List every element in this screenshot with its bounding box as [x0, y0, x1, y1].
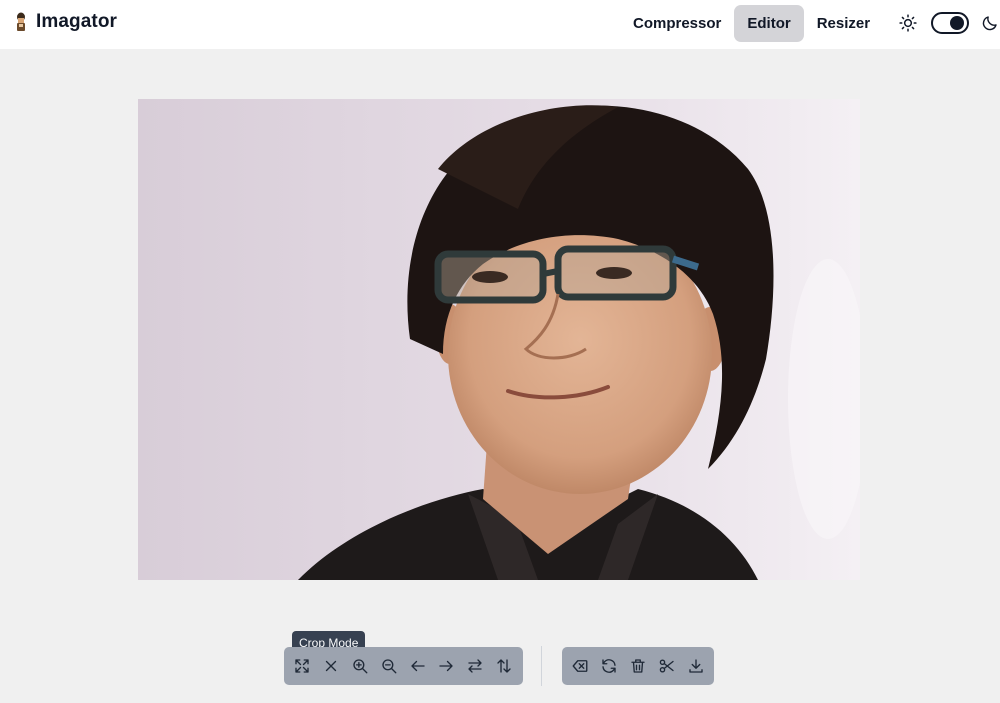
flip-horizontal-button[interactable]: [461, 651, 490, 681]
flip-vertical-icon: [497, 659, 511, 673]
nav-tab-compressor[interactable]: Compressor: [620, 5, 734, 42]
close-button[interactable]: [317, 651, 346, 681]
crop-mode-button[interactable]: [288, 651, 317, 681]
flip-vertical-button[interactable]: [490, 651, 519, 681]
top-navbar: Imagator Compressor Editor Resizer: [0, 0, 1000, 49]
reset-button[interactable]: [595, 651, 624, 681]
cut-icon: [659, 659, 674, 673]
zoom-in-button[interactable]: [346, 651, 375, 681]
image-canvas[interactable]: [138, 99, 860, 580]
move-left-button[interactable]: [403, 651, 432, 681]
clear-icon: [572, 660, 588, 672]
delete-icon: [631, 659, 645, 673]
app-logo-icon: [17, 12, 25, 31]
clear-button[interactable]: [566, 651, 595, 681]
toggle-knob: [950, 16, 964, 30]
zoom-out-button[interactable]: [374, 651, 403, 681]
close-icon: [326, 660, 337, 672]
move-left-icon: [410, 660, 425, 672]
zoom-out-icon: [382, 659, 397, 674]
moon-icon: [982, 16, 997, 31]
nav-tab-editor[interactable]: Editor: [734, 5, 804, 42]
nav-tab-resizer[interactable]: Resizer: [804, 5, 883, 42]
download-button[interactable]: [681, 651, 710, 681]
download-icon: [688, 659, 703, 673]
delete-button[interactable]: [624, 651, 653, 681]
edited-photo: [138, 99, 860, 580]
app-name: Imagator: [36, 11, 118, 32]
transform-toolbar: [284, 647, 523, 685]
zoom-in-icon: [353, 659, 368, 674]
toolbar-divider: [541, 646, 542, 686]
reset-icon: [602, 659, 616, 673]
sun-icon: [899, 14, 917, 32]
actions-toolbar: [562, 647, 714, 685]
brand[interactable]: Imagator: [14, 11, 117, 33]
cut-button[interactable]: [652, 651, 681, 681]
main-nav: Compressor Editor Resizer: [620, 5, 883, 42]
move-right-icon: [439, 660, 454, 672]
theme-toggle[interactable]: [931, 12, 969, 34]
crop-mode-icon: [295, 659, 310, 673]
theme-switcher: [898, 12, 999, 34]
flip-horizontal-icon: [468, 659, 482, 673]
move-right-button[interactable]: [432, 651, 461, 681]
